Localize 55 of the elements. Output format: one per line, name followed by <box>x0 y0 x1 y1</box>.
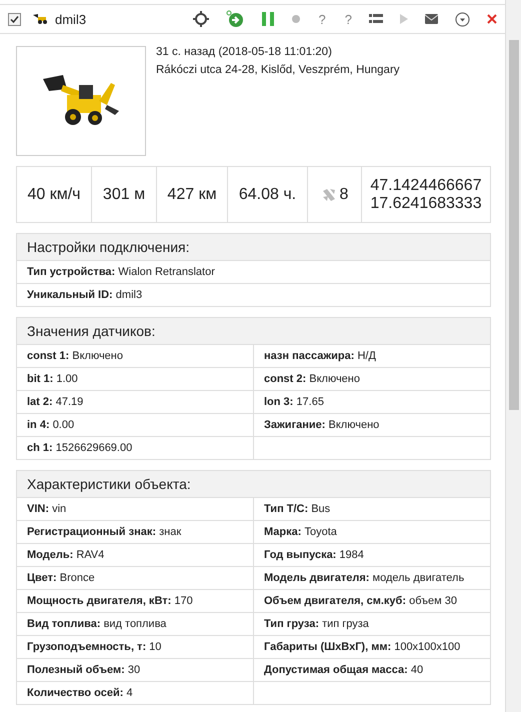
mail-icon[interactable] <box>425 14 438 24</box>
field-text: Цвет: Bronce <box>27 572 95 584</box>
field-text: lat 2: 47.19 <box>27 396 84 408</box>
field-text: Уникальный ID: dmil3 <box>27 289 142 301</box>
help-button[interactable]: ? <box>318 12 326 26</box>
field-text: const 1: Включено <box>27 350 123 362</box>
field-text: Тип груза: тип груза <box>264 618 369 630</box>
field-text: bit 1: 1.00 <box>27 373 78 385</box>
dropdown-icon[interactable] <box>455 12 470 26</box>
field-text: назн пассажира: Н/Д <box>264 350 376 362</box>
field-text: Модель двигателя: модель двигатель <box>264 572 464 584</box>
field-text: Допустимая общая масса: 40 <box>264 664 424 676</box>
checkbox[interactable] <box>8 12 21 26</box>
field-text: Объем двигателя, см.куб: объем 30 <box>264 595 457 607</box>
field-text: Количество осей: 4 <box>27 687 133 699</box>
field-text: Тип устройства: Wialon Retranslator <box>27 266 215 278</box>
satellite-count: 8 <box>340 186 348 204</box>
field-text: const 2: Включено <box>264 373 360 385</box>
stat-value: 427 км <box>167 186 217 204</box>
field-text: ch 1: 1526629669.00 <box>27 442 132 454</box>
field-text: Модель: RAV4 <box>27 549 104 561</box>
last-message-time: 31 с. назад (2018-05-18 11:01:20) <box>156 46 333 58</box>
stat-value: 301 м <box>102 186 146 204</box>
crosshair-icon[interactable] <box>192 11 209 27</box>
scrollbar-thumb[interactable] <box>508 40 518 410</box>
section-title: Характеристики объекта: <box>17 471 490 498</box>
dot-icon[interactable] <box>292 15 300 23</box>
route-icon[interactable] <box>226 10 244 28</box>
loader-icon <box>33 14 49 24</box>
stat-value: 64.08 ч. <box>238 186 296 204</box>
section-title: Значения датчиков: <box>17 318 490 345</box>
field-text: lon 3: 17.65 <box>264 396 324 408</box>
field-text: Полезный объем: 30 <box>27 664 140 676</box>
coordinate: 17.6241683333 <box>370 194 482 212</box>
close-icon[interactable] <box>487 14 497 24</box>
field-text: Мощность двигателя, кВт: 170 <box>27 595 193 607</box>
address: Rákóczi utca 24-28, Kislőd, Veszprém, Hungary <box>156 64 400 76</box>
list-icon[interactable] <box>369 14 383 24</box>
field-text: in 4: 0.00 <box>27 419 74 431</box>
stat-value: 40 км/ч <box>27 186 81 204</box>
coordinate: 47.1424466667 <box>370 176 482 194</box>
field-text: Марка: Toyota <box>264 526 337 538</box>
field-text: Зажигание: Включено <box>264 419 380 431</box>
field-text: VIN: vin <box>27 503 66 515</box>
field-text: Габариты (ШхВхГ), мм: 100x100x100 <box>264 641 460 653</box>
unit-name: dmil3 <box>55 12 86 26</box>
section-title: Настройки подключения: <box>17 234 490 261</box>
field-text: Вид топлива: вид топлива <box>27 618 166 630</box>
field-text: Год выпуска: 1984 <box>264 549 364 561</box>
pause-icon[interactable] <box>260 11 275 27</box>
help-button[interactable]: ? <box>344 12 352 26</box>
scrollbar[interactable] <box>505 0 521 712</box>
field-text: Грузоподъемность, т: 10 <box>27 641 162 653</box>
field-text: Регистрационный знак: знак <box>27 526 182 538</box>
field-text: Тип Т/С: Bus <box>264 503 330 515</box>
